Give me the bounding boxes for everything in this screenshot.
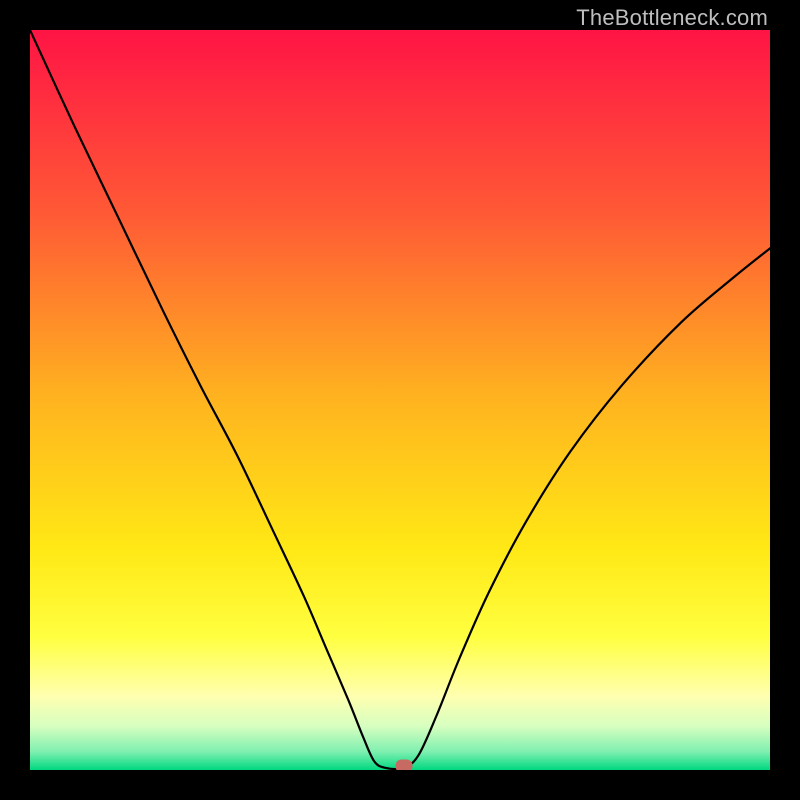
chart-frame: TheBottleneck.com xyxy=(0,0,800,800)
bottleneck-curve xyxy=(30,30,770,770)
plot-area xyxy=(30,30,770,770)
watermark-text: TheBottleneck.com xyxy=(576,5,768,31)
optimal-point-marker xyxy=(395,760,412,770)
